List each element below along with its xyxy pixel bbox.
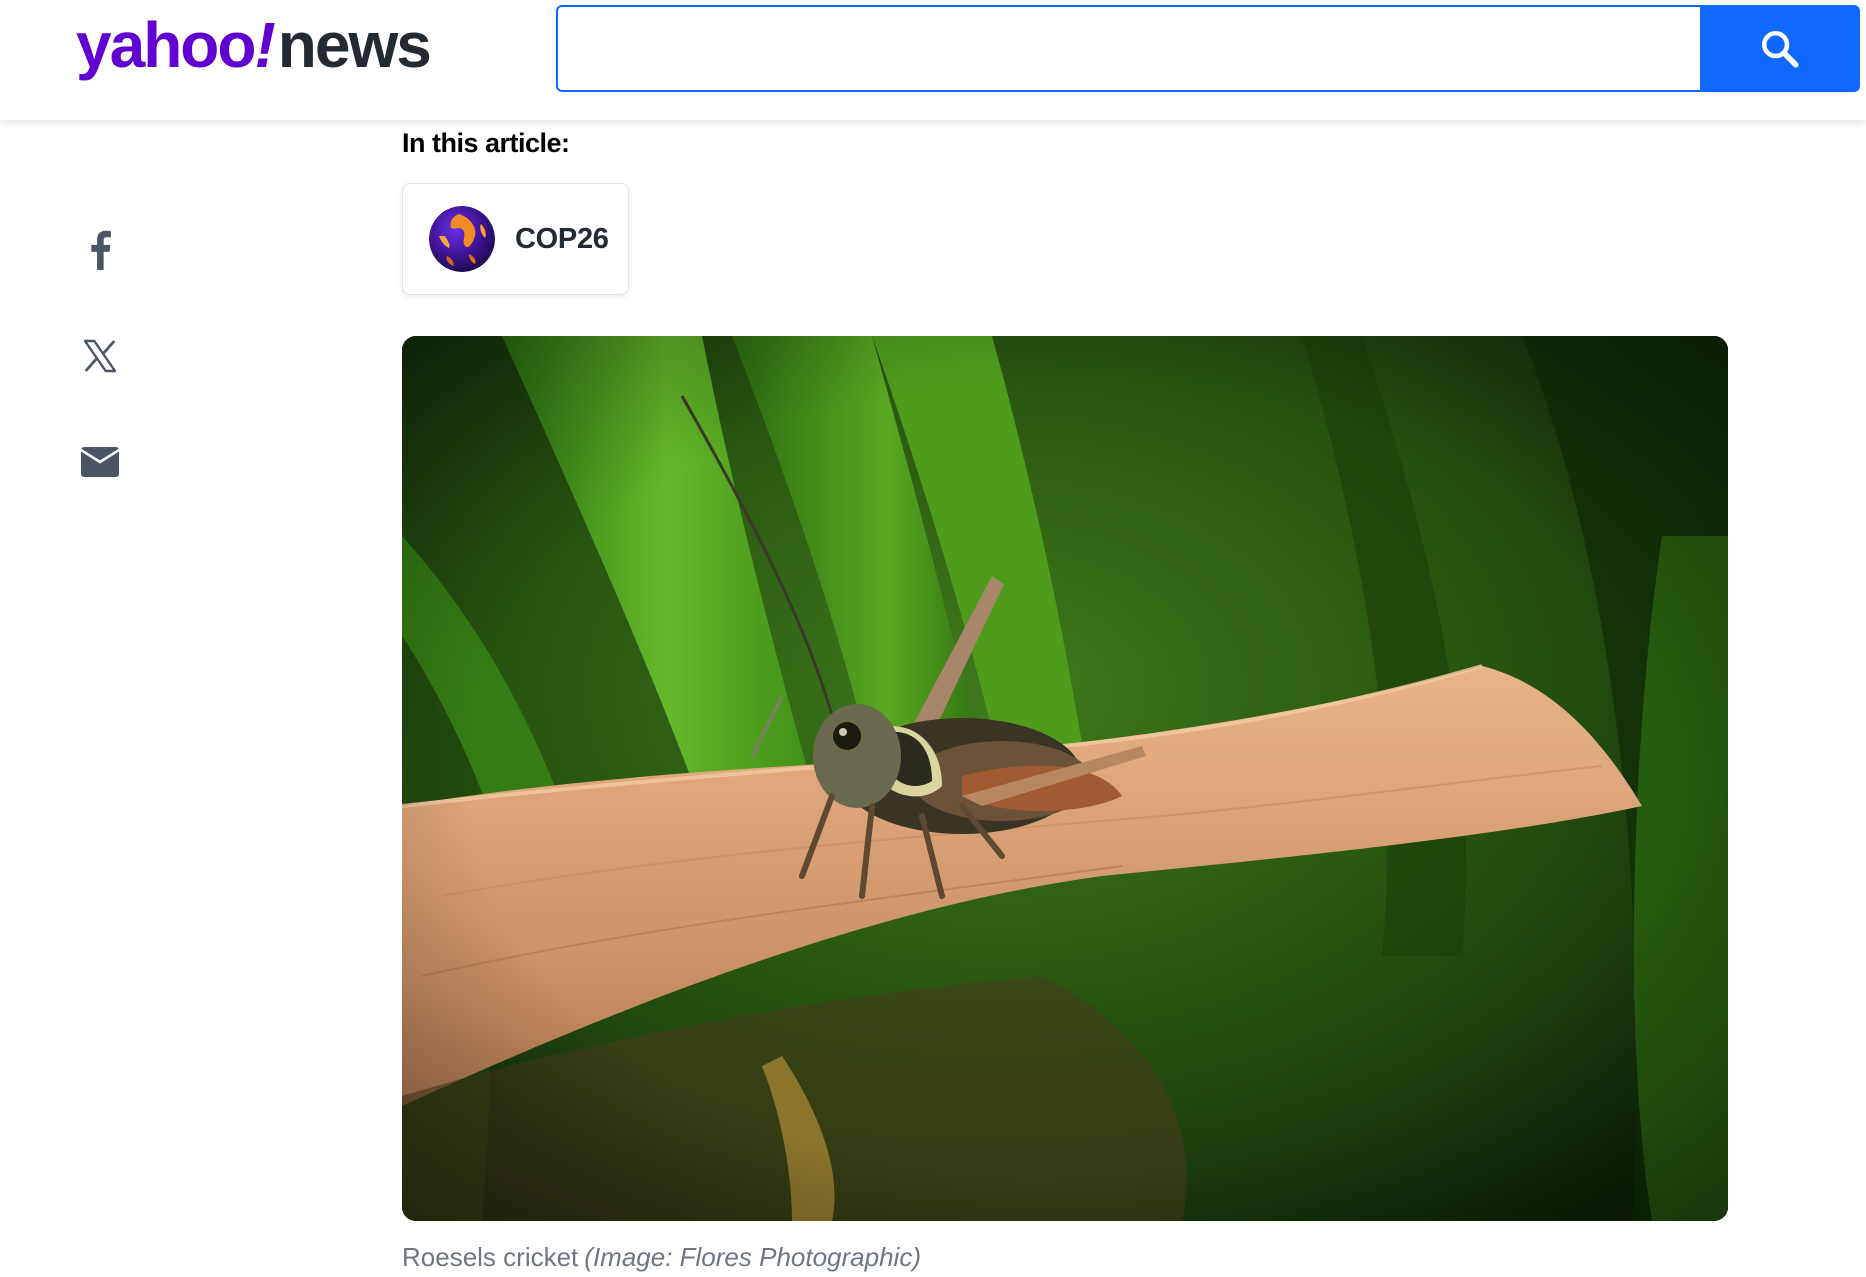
logo-brand: yahoo: [76, 9, 256, 81]
topic-label: COP26: [515, 222, 609, 255]
search-button[interactable]: [1700, 5, 1860, 92]
globe-icon: [429, 206, 495, 272]
cricket-photo: [402, 336, 1728, 1221]
yahoo-news-logo[interactable]: yahoo! news: [76, 8, 432, 88]
search-input[interactable]: [558, 7, 1702, 90]
search-field[interactable]: [556, 5, 1702, 92]
in-this-article-label: In this article:: [402, 128, 570, 158]
topic-card-cop26[interactable]: COP26: [402, 183, 629, 295]
image-caption: Roesels cricket (Image: Flores Photograph…: [402, 1242, 921, 1273]
share-facebook-button[interactable]: [70, 220, 130, 280]
search-icon: [1761, 30, 1799, 68]
share-x-button[interactable]: [70, 326, 130, 386]
caption-text: Roesels cricket: [402, 1242, 579, 1272]
mail-icon: [81, 447, 119, 477]
share-mail-button[interactable]: [70, 432, 130, 492]
topic-avatar: [429, 206, 495, 272]
logo-bang: !: [254, 9, 275, 81]
site-header: yahoo! news: [0, 0, 1866, 120]
caption-credit: (Image: Flores Photographic): [584, 1242, 921, 1272]
logo-section: news: [277, 9, 432, 81]
facebook-icon: [91, 230, 111, 270]
article-hero-image: [402, 336, 1728, 1221]
x-icon: [83, 339, 117, 373]
